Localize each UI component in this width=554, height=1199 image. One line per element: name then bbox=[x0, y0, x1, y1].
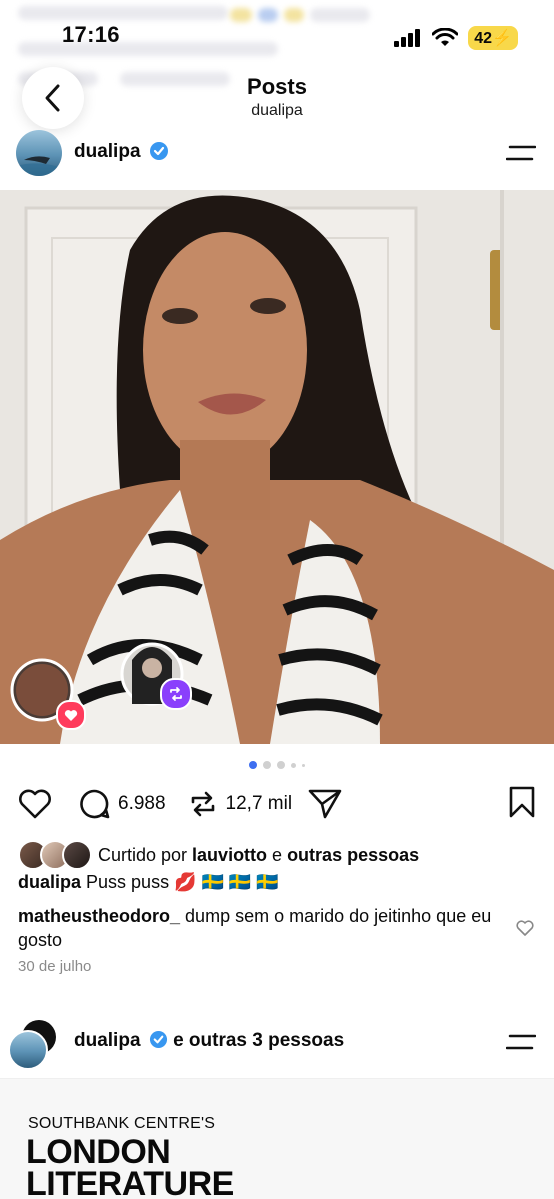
comment-count: 6.988 bbox=[118, 793, 166, 814]
post2-header: dualipa e outras 3 pessoas bbox=[0, 1020, 554, 1070]
comment-icon bbox=[80, 789, 110, 819]
liked-by[interactable]: Curtido por lauviotto e outras pessoas bbox=[18, 840, 419, 870]
top-comment[interactable]: matheustheodoro_ dump sem o marido do je… bbox=[18, 904, 498, 952]
post2-image-line1: SOUTHBANK CENTRE'S bbox=[28, 1115, 216, 1132]
repost-button[interactable]: 12,7 mil bbox=[188, 789, 293, 819]
post-date: 30 de julho bbox=[18, 958, 92, 975]
menu-icon[interactable] bbox=[506, 1034, 536, 1050]
repost-badge bbox=[160, 678, 192, 710]
like-button[interactable] bbox=[18, 789, 52, 819]
heart-badge bbox=[56, 700, 86, 730]
caption-text: Puss puss bbox=[86, 872, 170, 892]
comment-like-icon[interactable] bbox=[516, 920, 534, 936]
liked-prefix: Curtido por bbox=[98, 844, 188, 865]
battery-indicator: 42⚡ bbox=[468, 26, 518, 50]
post2-image-line2: LONDON bbox=[26, 1133, 171, 1171]
liked-user[interactable]: lauviotto bbox=[192, 845, 267, 866]
signal-icon bbox=[394, 29, 421, 47]
post2-others[interactable]: e outras 3 pessoas bbox=[173, 1030, 344, 1051]
carousel-dot bbox=[263, 761, 271, 769]
post2-image-line3: LITERATURE bbox=[26, 1165, 234, 1199]
bookmark-icon bbox=[509, 786, 535, 817]
share-icon bbox=[308, 789, 342, 819]
carousel-dot bbox=[302, 763, 305, 767]
comment-username[interactable]: matheustheodoro_ bbox=[18, 906, 180, 926]
carousel-dot bbox=[277, 761, 285, 769]
page-title: Posts bbox=[247, 74, 307, 99]
repost-icon bbox=[191, 791, 214, 817]
post-avatar[interactable] bbox=[16, 130, 62, 176]
post-image[interactable] bbox=[0, 190, 554, 744]
post-username[interactable]: dualipa bbox=[74, 141, 141, 162]
heart-icon bbox=[19, 789, 51, 819]
liker-avatar bbox=[62, 840, 92, 870]
verified-icon bbox=[149, 142, 168, 161]
comment-button[interactable]: 6.988 bbox=[78, 788, 166, 820]
liked-rest[interactable]: outras pessoas bbox=[287, 845, 419, 866]
verified-icon bbox=[149, 1030, 167, 1049]
carousel-dot bbox=[291, 762, 296, 768]
share-button[interactable] bbox=[308, 788, 342, 820]
status-icons: 42⚡ bbox=[394, 26, 518, 50]
liked-joiner: e bbox=[272, 844, 283, 865]
post2-image[interactable]: SOUTHBANK CENTRE'S LONDON LITERATURE bbox=[0, 1079, 554, 1199]
carousel-dot bbox=[249, 761, 257, 769]
wifi-icon bbox=[432, 28, 459, 46]
carousel-indicator bbox=[0, 761, 554, 769]
post-author[interactable]: dualipa bbox=[74, 141, 169, 163]
page-subtitle: dualipa bbox=[251, 102, 303, 119]
caption-username[interactable]: dualipa bbox=[18, 872, 81, 892]
post2-author[interactable]: dualipa e outras 3 pessoas bbox=[74, 1030, 344, 1052]
small-heart-icon bbox=[64, 709, 78, 721]
status-time: 17:16 bbox=[62, 22, 120, 47]
menu-icon[interactable] bbox=[506, 145, 536, 161]
caption-emoji: 💋 🇸🇪 🇸🇪 🇸🇪 bbox=[174, 872, 279, 892]
post-caption: dualipa Puss puss 💋 🇸🇪 🇸🇪 🇸🇪 bbox=[18, 872, 279, 893]
repost-badge-icon bbox=[170, 687, 182, 701]
post2-username[interactable]: dualipa bbox=[74, 1030, 141, 1051]
save-button[interactable] bbox=[508, 786, 536, 823]
repost-count: 12,7 mil bbox=[225, 793, 293, 814]
post2-avatar[interactable] bbox=[8, 1030, 48, 1070]
battery-level: 42 bbox=[474, 30, 493, 47]
post-actions: 6.988 12,7 mil bbox=[18, 786, 536, 822]
